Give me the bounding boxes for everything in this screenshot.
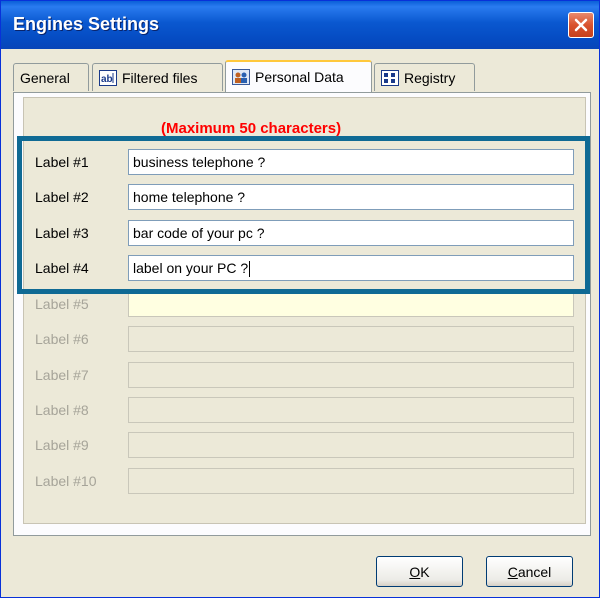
label-5-input[interactable] (128, 291, 574, 317)
label-8: Label #8 (35, 402, 89, 418)
cancel-button[interactable]: Cancel (486, 556, 573, 587)
ok-mnemonic: O (409, 563, 421, 580)
label-5: Label #5 (35, 296, 89, 312)
label-7-input (128, 362, 574, 388)
label-10-input (128, 468, 574, 494)
label-7: Label #7 (35, 367, 89, 383)
label-2: Label #2 (35, 189, 89, 205)
label-3-input[interactable]: bar code of your pc ? (128, 220, 574, 246)
tab-general-label: General (20, 69, 70, 86)
label-10: Label #10 (35, 473, 97, 489)
registry-icon (381, 69, 399, 86)
text-caret (249, 261, 251, 278)
tab-registry[interactable]: Registry (374, 63, 475, 91)
label-1-input[interactable]: business telephone ? (128, 149, 574, 175)
label-2-input[interactable]: home telephone ? (128, 184, 574, 210)
label-9-input (128, 432, 574, 458)
label-3: Label #3 (35, 225, 89, 241)
tab-registry-label: Registry (404, 69, 456, 86)
ab-text-icon: ab (99, 69, 117, 86)
svg-text:ab: ab (101, 74, 113, 85)
label-1: Label #1 (35, 154, 89, 170)
personal-data-icon (232, 69, 250, 85)
title-bar: Engines Settings (1, 1, 599, 49)
window-title: Engines Settings (13, 14, 160, 34)
tab-filtered-files-label: Filtered files (122, 69, 198, 86)
ok-button[interactable]: OK (376, 556, 463, 587)
cancel-label: ancel (517, 563, 552, 580)
engines-settings-dialog: Engines Settings General ab Filtered fil… (0, 0, 600, 598)
label-4-input[interactable]: label on your PC ? (128, 255, 574, 281)
close-icon (574, 18, 588, 32)
label-4: Label #4 (35, 260, 89, 276)
max-characters-note: (Maximum 50 characters) (161, 120, 342, 137)
label-6: Label #6 (35, 331, 89, 347)
label-6-input (128, 326, 574, 352)
tab-general[interactable]: General (13, 63, 89, 91)
label-9: Label #9 (35, 437, 89, 453)
cancel-mnemonic: C (507, 563, 518, 580)
ok-label: K (420, 563, 430, 580)
close-button[interactable] (568, 12, 594, 38)
tab-filtered-files[interactable]: ab Filtered files (92, 63, 223, 91)
label-8-input (128, 397, 574, 423)
tab-personal-data-label: Personal Data (255, 69, 344, 85)
tab-personal-data[interactable]: Personal Data (225, 60, 372, 92)
